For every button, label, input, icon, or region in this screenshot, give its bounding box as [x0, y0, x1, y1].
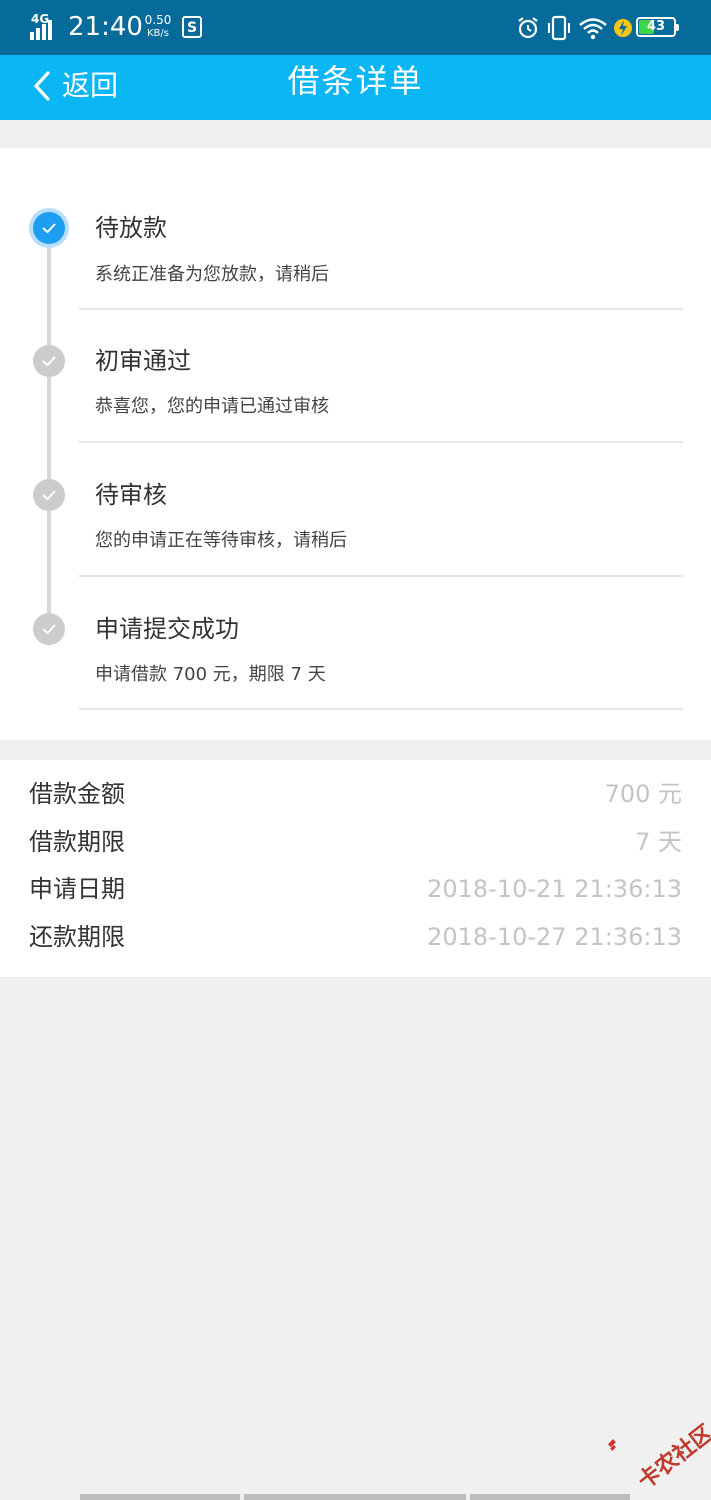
detail-row: 借款期限 7 天: [29, 822, 682, 862]
divider: [79, 441, 683, 443]
alarm-icon: [518, 17, 538, 39]
check-icon: [33, 212, 65, 244]
divider: [79, 308, 683, 310]
divider: [79, 708, 683, 710]
detail-label: 还款期限: [29, 923, 125, 951]
speed-value: 0.50: [144, 13, 172, 27]
detail-value: 7 天: [635, 828, 682, 856]
check-icon: [33, 613, 65, 645]
step-desc: 恭喜您，您的申请已通过审核: [95, 396, 329, 417]
step-title: 申请提交成功: [95, 615, 239, 643]
check-icon: [33, 345, 65, 377]
battery-level: 43: [646, 19, 666, 34]
vibrate-icon: [548, 15, 570, 41]
charging-icon: [614, 19, 632, 37]
network-speed: 0.50 KB/s: [143, 14, 173, 40]
svg-text:S: S: [187, 20, 197, 36]
step-desc: 系统正准备为您放款，请稍后: [95, 264, 329, 285]
page-title: 借条详单: [287, 62, 424, 100]
network-type: 4G: [31, 12, 50, 26]
detail-value: 700 元: [604, 780, 682, 808]
status-bar: 4G 21:40 0.50 KB/s S 43: [0, 0, 711, 55]
detail-value: 2018-10-21 21:36:13: [427, 875, 682, 903]
speed-unit: KB/s: [147, 28, 169, 39]
loan-details: 借款金额 700 元 借款期限 7 天 申请日期 2018-10-21 21:3…: [0, 760, 711, 977]
nav-bar: 返回 借条详单: [0, 55, 711, 120]
step-title: 待审核: [95, 481, 167, 509]
step-desc: 您的申请正在等待审核，请稍后: [95, 530, 347, 551]
status-icons: 43: [516, 12, 681, 44]
divider: [79, 575, 683, 577]
s-app-icon: S: [182, 16, 202, 38]
status-timeline: 待放款 系统正准备为您放款，请稍后 初审通过 恭喜您，您的申请已通过审核 待审核…: [0, 148, 711, 740]
step-desc: 申请借款 700 元，期限 7 天: [95, 664, 326, 685]
check-icon: [33, 479, 65, 511]
detail-label: 申请日期: [29, 875, 125, 903]
signal-icon: 4G: [30, 12, 60, 40]
status-time: 21:40: [68, 12, 143, 42]
wifi-icon: [579, 18, 607, 40]
detail-label: 借款金额: [29, 780, 125, 808]
step-title: 初审通过: [95, 347, 191, 375]
detail-label: 借款期限: [29, 828, 125, 856]
battery-icon: 43: [636, 17, 679, 37]
detail-value: 2018-10-27 21:36:13: [427, 923, 682, 951]
bottom-bars: [80, 1494, 640, 1500]
step-title: 待放款: [95, 214, 167, 242]
detail-row: 借款金额 700 元: [29, 774, 682, 814]
detail-row: 还款期限 2018-10-27 21:36:13: [29, 917, 682, 957]
detail-row: 申请日期 2018-10-21 21:36:13: [29, 869, 682, 909]
timeline-line: [47, 238, 51, 628]
